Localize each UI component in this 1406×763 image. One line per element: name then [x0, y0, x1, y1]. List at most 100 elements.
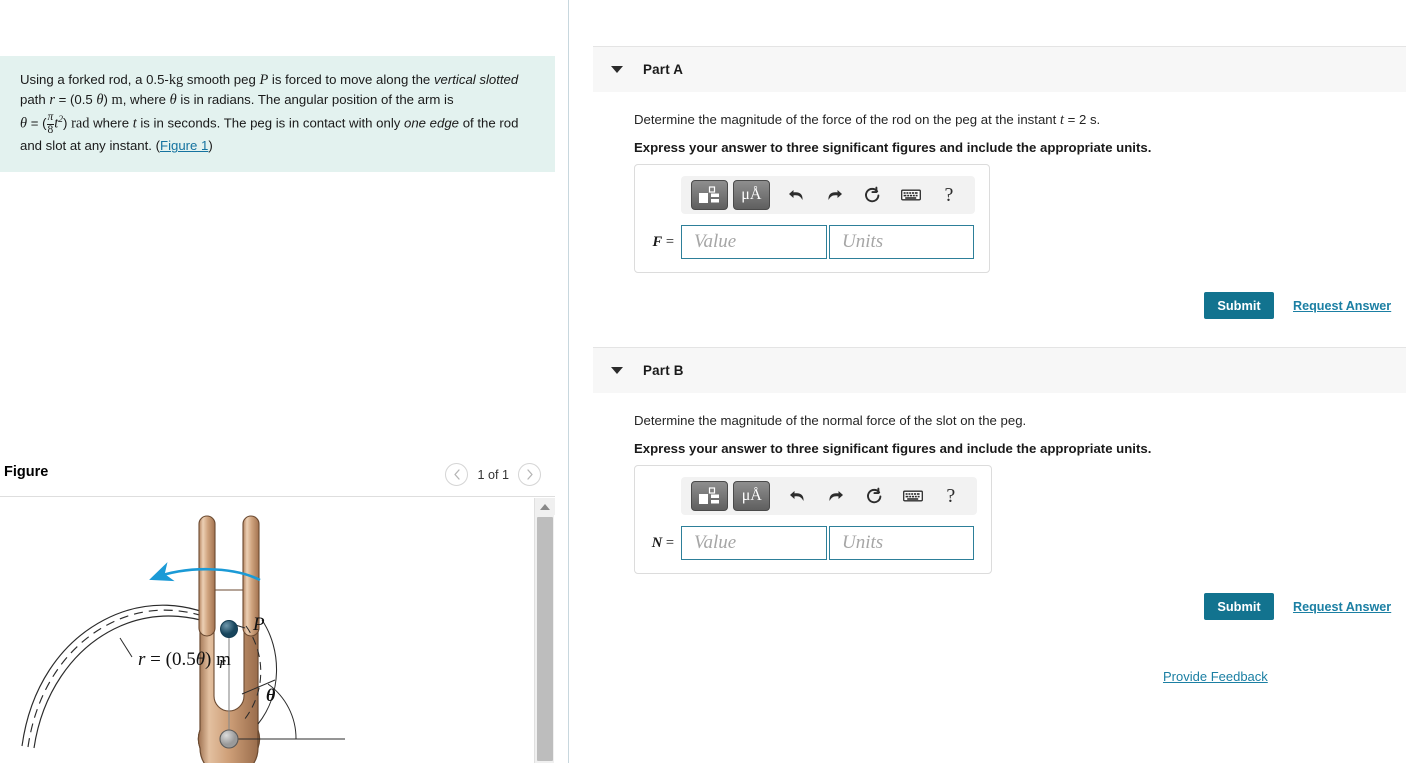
part-b-instruction: Express your answer to three significant…	[634, 441, 1152, 456]
problem-emph-vertical-slotted: vertical slotted	[433, 72, 519, 87]
problem-line2-lead: path	[20, 92, 50, 108]
part-a-symbol-letter: F	[652, 233, 663, 250]
figure-prev-button[interactable]	[445, 463, 469, 486]
part-a-answer-box: μÅ ? F = Value Units	[634, 164, 990, 273]
scrollbar-thumb[interactable]	[537, 517, 553, 761]
problem-r-eq: = (0.5	[54, 92, 97, 108]
part-b-answer-row: N = Value Units	[647, 526, 979, 560]
part-b-collapse-caret-down-icon[interactable]	[611, 367, 623, 374]
part-a-question: Determine the magnitude of the force of …	[634, 111, 1100, 129]
help-icon[interactable]: ?	[933, 180, 965, 210]
provide-feedback-link[interactable]: Provide Feedback	[1163, 669, 1268, 684]
part-a-units-input[interactable]: Units	[829, 225, 974, 259]
chevron-left-icon	[454, 469, 460, 480]
part-a-request-answer-link[interactable]: Request Answer	[1293, 299, 1391, 313]
redo-glyph	[829, 490, 844, 501]
left-panel: Using a forked rod, a 0.5-kg smooth peg …	[0, 0, 568, 763]
keyboard-icon[interactable]	[896, 481, 928, 511]
part-a-header[interactable]: Part A	[593, 46, 1406, 92]
micro-angstrom-units-icon[interactable]: μÅ	[732, 180, 770, 210]
part-b-question-pre: Determine the magnitude of the normal fo…	[634, 413, 1027, 428]
part-a-value-placeholder: Value	[694, 231, 737, 252]
problem-emph-one-edge: one edge	[404, 115, 460, 131]
help-label: ?	[946, 484, 956, 507]
figure-navigation: 1 of 1	[445, 463, 541, 486]
help-label: ?	[944, 183, 954, 206]
math-template-icon[interactable]	[691, 481, 729, 511]
part-a-instruction: Express your answer to three significant…	[634, 140, 1152, 155]
figure-1-link[interactable]: Figure 1	[160, 138, 208, 153]
part-b-value-input[interactable]: Value	[681, 526, 827, 560]
problem-theta-close: )	[63, 115, 72, 131]
math-template-icon[interactable]	[691, 180, 728, 210]
problem-line4: and slot at any instant. (	[20, 138, 161, 154]
reset-glyph	[865, 186, 880, 202]
reset-icon[interactable]	[858, 481, 890, 511]
figure-scrollbar[interactable]	[534, 498, 555, 763]
keyboard-glyph	[900, 189, 921, 201]
problem-theta-symbol-2: θ	[169, 92, 177, 109]
part-a-value-input[interactable]: Value	[681, 225, 827, 259]
micro-angstrom-units-icon[interactable]: μÅ	[733, 481, 771, 511]
part-b-equals: =	[662, 534, 674, 551]
problem-line1-tail: is forced to move along the	[268, 72, 434, 87]
redo-icon[interactable]	[819, 180, 851, 210]
undo-glyph	[790, 490, 804, 501]
part-a-label: Part A	[643, 62, 684, 77]
chevron-right-icon	[526, 469, 533, 480]
problem-after-mass: smooth peg	[183, 72, 260, 87]
pivot-marker	[219, 729, 239, 749]
forked-rod-diagram: P r θ r = (0.5θ) m	[21, 515, 345, 763]
keyboard-glyph	[902, 490, 923, 502]
help-icon[interactable]: ?	[935, 481, 967, 511]
peg-marker	[220, 620, 238, 638]
part-a-submit-button[interactable]: Submit	[1204, 292, 1274, 319]
right-panel: Part A Determine the magnitude of the fo…	[569, 0, 1406, 763]
redo-icon[interactable]	[820, 481, 852, 511]
problem-line2-tail: , where	[122, 92, 170, 108]
keyboard-icon[interactable]	[895, 180, 927, 210]
problem-statement-box: Using a forked rod, a 0.5-kg smooth peg …	[0, 56, 555, 172]
problem-theta-eq-lead: = (	[27, 115, 47, 131]
part-b-submit-button[interactable]: Submit	[1204, 593, 1274, 620]
part-b-symbol-letter: N	[651, 534, 663, 551]
undo-glyph	[789, 189, 803, 200]
part-b-value-placeholder: Value	[694, 532, 737, 553]
part-a-equals: =	[662, 233, 674, 250]
problem-statement-text: Using a forked rod, a 0.5-kg smooth peg …	[20, 70, 537, 156]
part-a-answer-symbol: F =	[647, 234, 681, 251]
reset-icon[interactable]	[857, 180, 889, 210]
part-b-answer-box: μÅ ? N = Value Units	[634, 465, 992, 574]
r-equation-leader	[119, 637, 133, 658]
redo-glyph	[828, 189, 843, 200]
r-equation-label: r = (0.5θ) m	[138, 649, 231, 670]
figure-counter: 1 of 1	[477, 467, 509, 482]
peg-label: P	[252, 614, 265, 635]
scroll-up-button[interactable]	[535, 498, 555, 515]
problem-r-close: )	[103, 92, 112, 108]
undo-icon[interactable]	[781, 180, 813, 210]
part-a-answer-row: F = Value Units	[647, 225, 977, 259]
figure-next-button[interactable]	[518, 463, 541, 486]
problem-line2-tail2: is in radians. The angular position of t…	[176, 92, 454, 108]
figure-divider	[0, 496, 555, 497]
part-b-request-answer-link[interactable]: Request Answer	[1293, 600, 1391, 614]
part-a-question-post: = 2 s.	[1063, 112, 1101, 127]
part-b-label: Part B	[643, 363, 684, 378]
problem-mass-unit: kg	[168, 72, 184, 88]
undo-icon[interactable]	[781, 481, 813, 511]
problem-theta-unit: rad	[71, 115, 90, 132]
part-b-units-input[interactable]: Units	[829, 526, 974, 560]
problem-line3-tail3: of the rod	[459, 115, 519, 131]
theta-label: θ	[266, 685, 276, 705]
part-a-collapse-caret-down-icon[interactable]	[611, 66, 623, 73]
math-template-glyph	[698, 185, 719, 203]
problem-line4-close: )	[208, 138, 213, 154]
figure-image: P r θ r = (0.5θ) m	[0, 498, 534, 763]
figure-header: Figure 1 of 1	[0, 463, 555, 496]
reset-glyph	[866, 487, 882, 503]
part-b-header[interactable]: Part B	[593, 347, 1406, 393]
problem-line3-tail: where	[89, 115, 133, 131]
problem-r-unit: m	[111, 92, 123, 109]
part-b-toolbar: μÅ ?	[681, 477, 977, 515]
